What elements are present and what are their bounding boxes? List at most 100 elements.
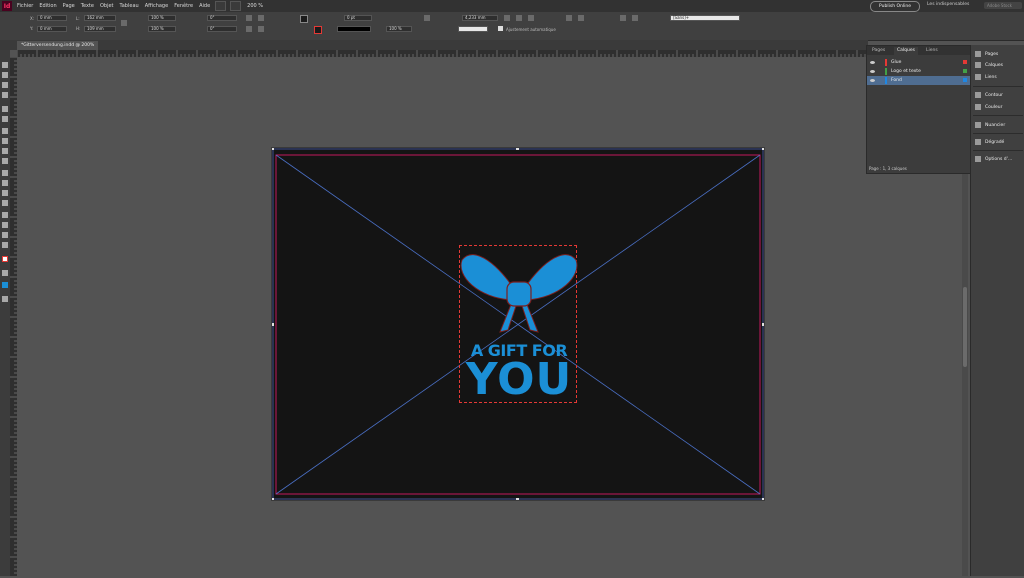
tab-pages[interactable]: Pages	[869, 47, 888, 55]
layer-row[interactable]: Logo et texte	[867, 67, 971, 76]
fill-swatch-icon[interactable]	[300, 15, 308, 23]
gradient-icon	[975, 139, 981, 145]
zoom-tool-icon[interactable]	[2, 242, 8, 248]
rotate-cw-icon[interactable]	[246, 15, 252, 21]
height-field[interactable]: 109 mm	[84, 26, 116, 32]
eyedropper-tool-icon[interactable]	[2, 222, 8, 228]
normal-view-icon[interactable]	[2, 282, 8, 288]
dock-options[interactable]: Options d'...	[975, 156, 1012, 162]
rectangle-frame-tool-icon[interactable]	[2, 148, 8, 154]
bridge-button[interactable]	[215, 1, 227, 11]
scrollbar-thumb[interactable]	[963, 287, 967, 367]
dock-divider	[973, 115, 1023, 116]
dock-couleur[interactable]: Couleur	[975, 104, 1002, 110]
align-center-icon[interactable]	[516, 15, 522, 21]
offset-field[interactable]: 4,233 mm	[462, 15, 498, 21]
rectangle-tool-icon[interactable]	[2, 158, 8, 164]
distribute-icon[interactable]	[620, 15, 626, 21]
eye-icon[interactable]	[870, 61, 875, 64]
page-tool-icon[interactable]	[2, 82, 8, 88]
menu-page[interactable]: Page	[60, 3, 78, 9]
eye-icon[interactable]	[870, 79, 875, 82]
x-field[interactable]: 0 mm	[37, 15, 67, 21]
dock-label: Calques	[985, 62, 1003, 68]
zoom-level[interactable]: 200 %	[247, 3, 263, 9]
flip-horizontal-icon[interactable]	[246, 26, 252, 32]
layer-selection-square[interactable]	[963, 78, 967, 82]
fit-frame-icon[interactable]	[566, 15, 572, 21]
scale-y-field[interactable]: 100 %	[148, 26, 176, 32]
rotation-field[interactable]: 0°	[207, 15, 237, 21]
horizontal-ruler[interactable]	[16, 50, 868, 57]
scale-x-field[interactable]: 100 %	[148, 15, 176, 21]
dock-pages[interactable]: Pages	[975, 51, 998, 57]
note-tool-icon[interactable]	[2, 212, 8, 218]
object-style-select[interactable]: [Sans]+	[670, 15, 740, 21]
fill-stroke-icon[interactable]	[2, 256, 8, 262]
rotate-ccw-icon[interactable]	[258, 15, 264, 21]
flip-vertical-icon[interactable]	[258, 26, 264, 32]
menu-texte[interactable]: Texte	[78, 3, 97, 9]
y-field[interactable]: 0 mm	[37, 26, 67, 32]
document-tab[interactable]: *Gitterversendung.indd @ 200%	[17, 41, 99, 50]
gap-tool-icon[interactable]	[2, 92, 8, 98]
dock-label: Pages	[985, 51, 999, 57]
publish-online-button[interactable]: Publish Online	[870, 1, 920, 12]
screen-mode-icon[interactable]	[2, 296, 8, 302]
menu-objet[interactable]: Objet	[97, 3, 117, 9]
tab-calques[interactable]: Calques	[894, 47, 918, 55]
opacity-field[interactable]: 100 %	[386, 26, 412, 32]
pencil-tool-icon[interactable]	[2, 138, 8, 144]
tab-liens[interactable]: Liens	[923, 47, 941, 55]
stroke-weight-field[interactable]: 0 pt	[344, 15, 372, 21]
layer-selection-square[interactable]	[963, 60, 967, 64]
selection-tool-icon[interactable]	[2, 62, 8, 68]
layer-row-selected[interactable]: Fond	[867, 76, 971, 85]
stroke-swatch-icon[interactable]	[314, 26, 322, 34]
type-tool-icon[interactable]	[2, 106, 8, 112]
dock-contour[interactable]: Contour	[975, 92, 1003, 98]
width-field[interactable]: 162 mm	[84, 15, 116, 21]
align-left-icon[interactable]	[504, 15, 510, 21]
layer-row[interactable]: Glue	[867, 58, 971, 67]
menu-edition[interactable]: Edition	[36, 3, 59, 9]
gradient-tool-icon[interactable]	[2, 190, 8, 196]
pen-tool-icon[interactable]	[2, 128, 8, 134]
menu-affichage[interactable]: Affichage	[142, 3, 172, 9]
effect-preview[interactable]	[458, 26, 488, 32]
panel-dock: Pages Calques Liens Contour Couleur Nuan…	[970, 45, 1024, 576]
dock-calques[interactable]: Calques	[975, 62, 1003, 68]
distribute-vertical-icon[interactable]	[632, 15, 638, 21]
dock-liens[interactable]: Liens	[975, 74, 997, 80]
line-tool-icon[interactable]	[2, 116, 8, 122]
constrain-proportions-icon[interactable]	[121, 20, 127, 26]
hand-tool-icon[interactable]	[2, 232, 8, 238]
gift-artwork-group[interactable]: A GIFT FOR YOU	[459, 245, 578, 404]
stock-search-input[interactable]: Adobe Stock	[984, 2, 1022, 9]
eye-icon[interactable]	[870, 70, 875, 73]
apply-color-icon[interactable]	[2, 270, 8, 276]
stock-button[interactable]	[230, 1, 242, 11]
autofit-checkbox[interactable]	[498, 26, 503, 31]
free-transform-tool-icon[interactable]	[2, 180, 8, 186]
scissors-tool-icon[interactable]	[2, 170, 8, 176]
vertical-ruler[interactable]	[10, 56, 17, 576]
corner-options-icon[interactable]	[424, 15, 430, 21]
stroke-type-select[interactable]	[337, 26, 371, 32]
gradient-feather-tool-icon[interactable]	[2, 200, 8, 206]
shear-field[interactable]: 0°	[207, 26, 237, 32]
workspace-switcher[interactable]: Les indispensables	[927, 2, 969, 7]
dock-nuancier[interactable]: Nuancier	[975, 122, 1005, 128]
menu-fichier[interactable]: Fichier	[14, 3, 36, 9]
menu-tableau[interactable]: Tableau	[117, 3, 142, 9]
fit-content-icon[interactable]	[578, 15, 584, 21]
direct-selection-tool-icon[interactable]	[2, 72, 8, 78]
align-right-icon[interactable]	[528, 15, 534, 21]
dock-degrade[interactable]: Dégradé	[975, 139, 1004, 145]
layer-name: Logo et texte	[891, 69, 921, 74]
object-export-icon	[975, 156, 981, 162]
menu-fenetre[interactable]: Fenêtre	[171, 3, 196, 9]
menu-aide[interactable]: Aide	[196, 3, 213, 9]
layer-selection-square[interactable]	[963, 69, 967, 73]
bow-icon	[460, 254, 578, 333]
